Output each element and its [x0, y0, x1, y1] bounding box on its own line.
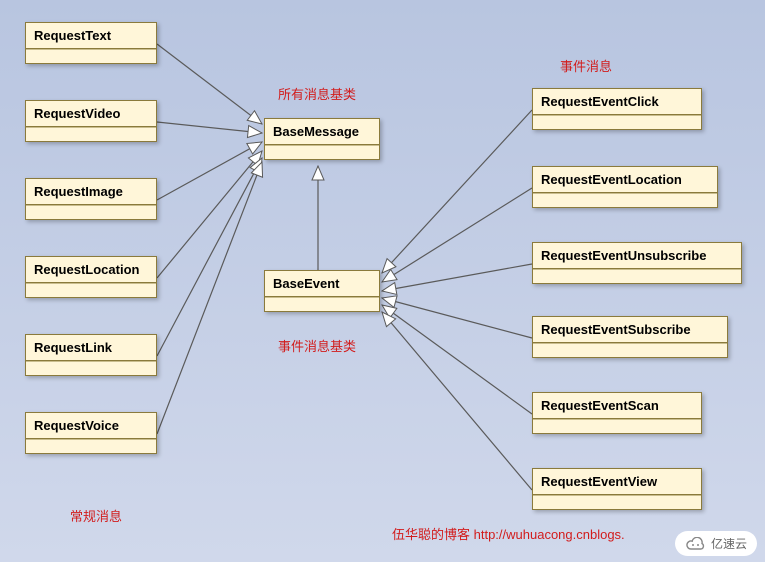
class-request-event-unsubscribe: RequestEventUnsubscribe [532, 242, 742, 284]
class-body [265, 297, 379, 311]
class-request-event-scan: RequestEventScan [532, 392, 702, 434]
class-request-event-subscribe: RequestEventSubscribe [532, 316, 728, 358]
class-title: RequestEventLocation [533, 167, 717, 193]
class-body [26, 205, 156, 219]
class-body [26, 127, 156, 141]
class-request-link: RequestLink [25, 334, 157, 376]
class-body [26, 49, 156, 63]
class-title: RequestEventSubscribe [533, 317, 727, 343]
class-title: RequestEventView [533, 469, 701, 495]
class-title: RequestEventClick [533, 89, 701, 115]
class-request-voice: RequestVoice [25, 412, 157, 454]
class-body [26, 439, 156, 453]
class-request-event-click: RequestEventClick [532, 88, 702, 130]
uml-canvas: RequestText RequestVideo RequestImage Re… [0, 0, 765, 562]
class-base-message: BaseMessage [264, 118, 380, 160]
class-request-event-location: RequestEventLocation [532, 166, 718, 208]
class-title: RequestLocation [26, 257, 156, 283]
class-request-video: RequestVideo [25, 100, 157, 142]
watermark-text: 亿速云 [711, 535, 747, 552]
label-credit: 伍华聪的博客 http://wuhuacong.cnblogs. [392, 524, 625, 543]
class-body [533, 193, 717, 207]
class-title: BaseEvent [265, 271, 379, 297]
label-base-message: 所有消息基类 [278, 84, 356, 103]
class-body [26, 361, 156, 375]
class-body [533, 343, 727, 357]
class-title: RequestEventUnsubscribe [533, 243, 741, 269]
watermark-badge: 亿速云 [675, 531, 757, 556]
class-title: RequestLink [26, 335, 156, 361]
class-title: RequestVideo [26, 101, 156, 127]
class-body [533, 495, 701, 509]
class-body [533, 419, 701, 433]
class-title: RequestImage [26, 179, 156, 205]
class-request-event-view: RequestEventView [532, 468, 702, 510]
class-request-image: RequestImage [25, 178, 157, 220]
class-title: RequestVoice [26, 413, 156, 439]
class-request-location: RequestLocation [25, 256, 157, 298]
label-normal-msg: 常规消息 [70, 506, 122, 525]
class-body [265, 145, 379, 159]
class-title: BaseMessage [265, 119, 379, 145]
class-title: RequestText [26, 23, 156, 49]
cloud-icon [685, 537, 705, 551]
class-body [26, 283, 156, 297]
label-event-base: 事件消息基类 [278, 336, 356, 355]
class-request-text: RequestText [25, 22, 157, 64]
label-event-msg: 事件消息 [560, 56, 612, 75]
class-body [533, 115, 701, 129]
class-body [533, 269, 741, 283]
class-title: RequestEventScan [533, 393, 701, 419]
class-base-event: BaseEvent [264, 270, 380, 312]
